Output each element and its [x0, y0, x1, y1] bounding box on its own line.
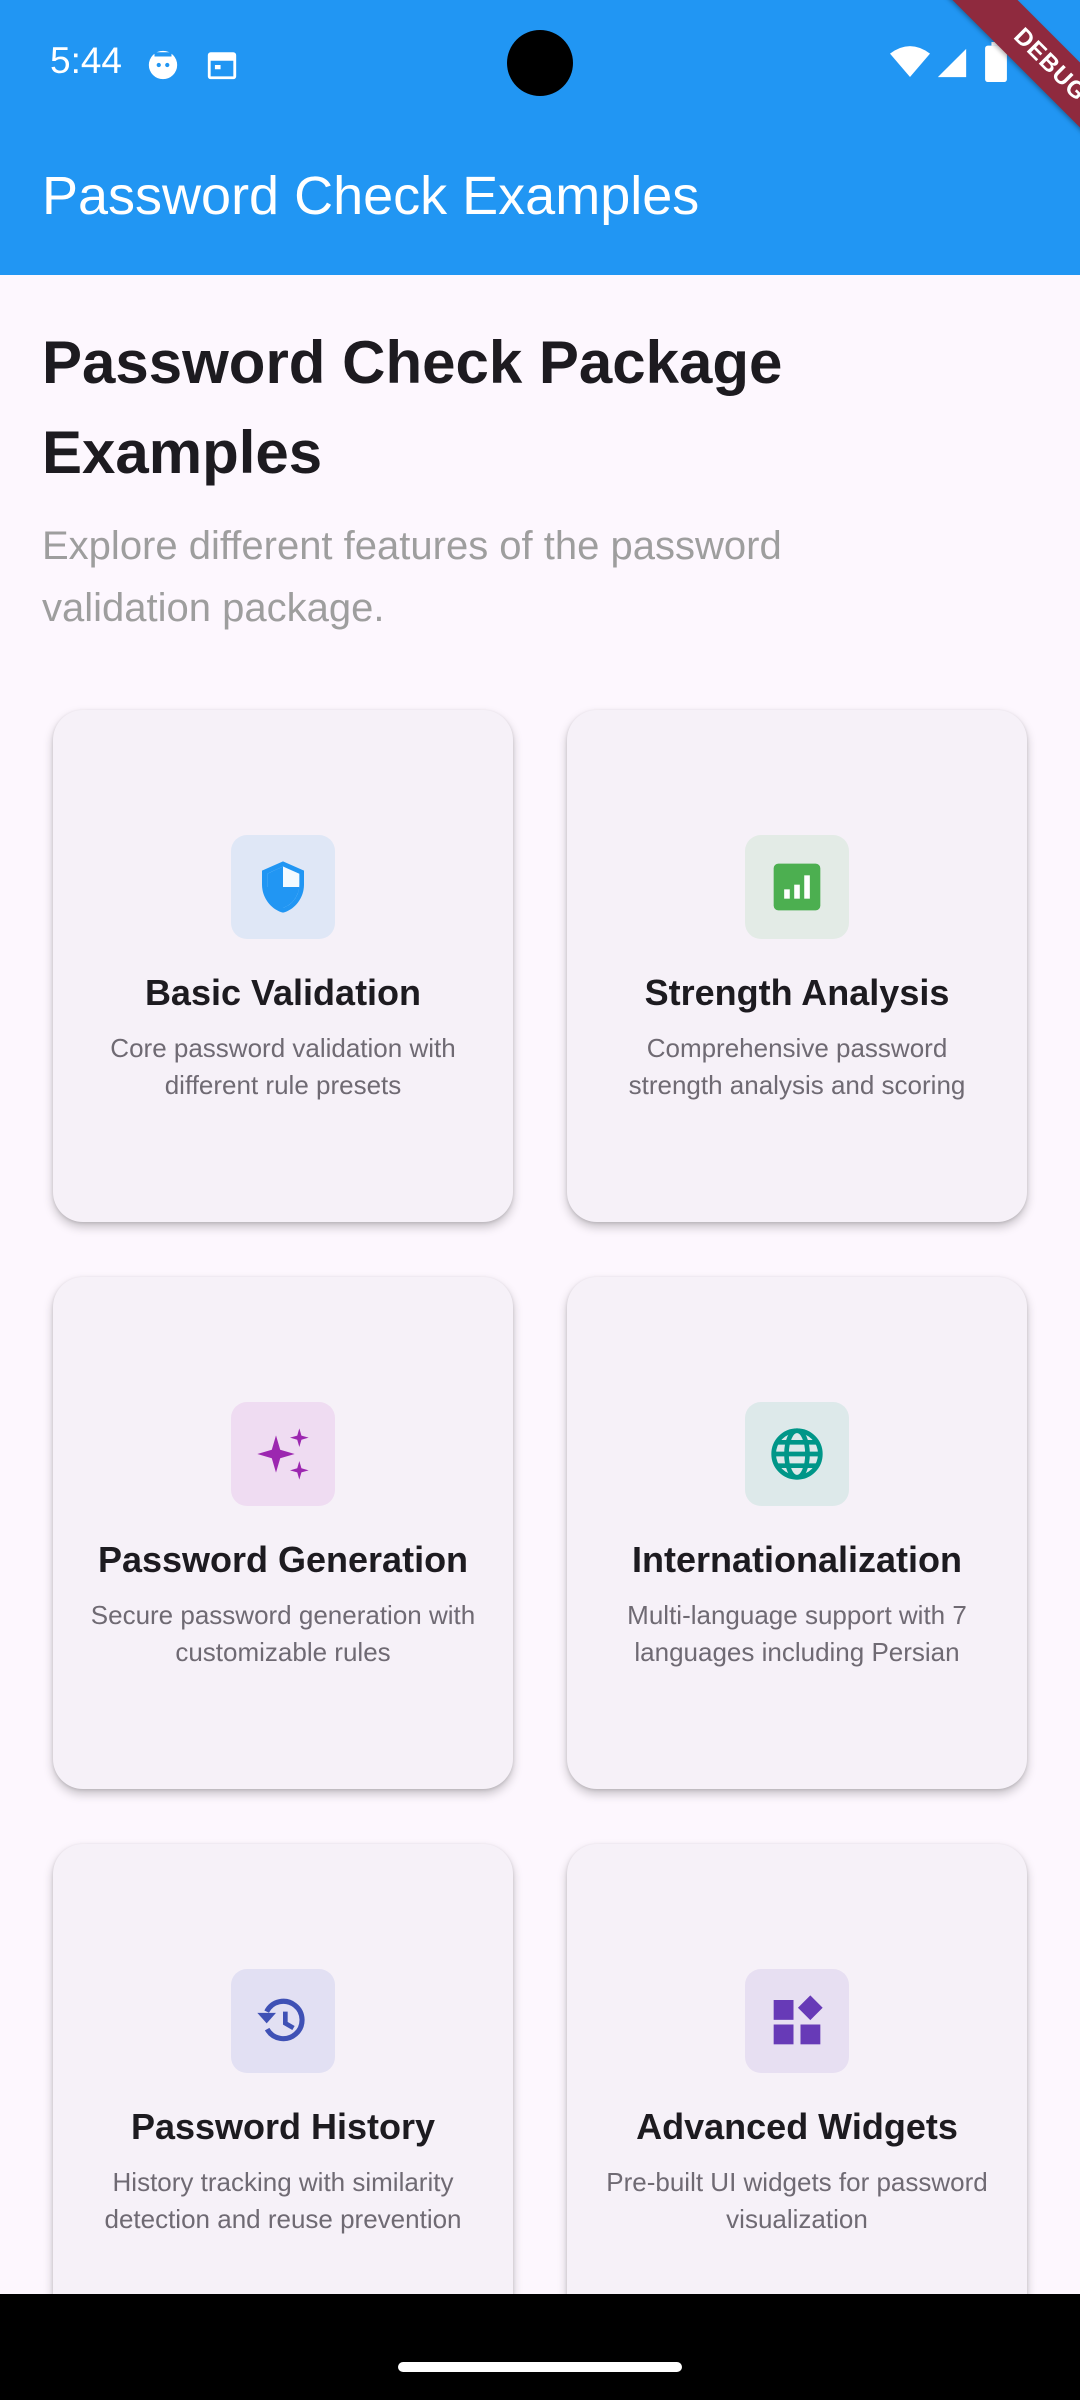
- card-icon-container: [745, 835, 849, 939]
- history-icon: [257, 1998, 305, 2042]
- card-title: Password History: [130, 2106, 436, 2147]
- card-title: Password Generation: [97, 1539, 469, 1580]
- card-internationalization[interactable]: Internationalization Multi-language supp…: [567, 1277, 1027, 1789]
- globe-icon: [771, 1428, 823, 1480]
- card-strength-analysis[interactable]: Strength Analysis Comprehensive password…: [567, 710, 1027, 1222]
- android-debug-icon: [146, 48, 180, 87]
- card-basic-validation[interactable]: Basic Validation Core password validatio…: [53, 710, 513, 1222]
- card-title: Internationalization: [631, 1539, 962, 1580]
- card-description: History tracking with similarity detecti…: [104, 2167, 462, 2234]
- card-password-history[interactable]: Password History History tracking with s…: [53, 1844, 513, 2294]
- status-bar: 5:44: [0, 0, 1080, 130]
- card-title: Strength Analysis: [644, 972, 950, 1013]
- card-icon-container: [231, 835, 335, 939]
- home-indicator[interactable]: [398, 2362, 682, 2372]
- card-icon-container: [231, 1969, 335, 2073]
- page-title: Password Check Package Examples: [42, 329, 783, 486]
- card-password-generation[interactable]: Password Generation Secure password gene…: [53, 1277, 513, 1789]
- examples-grid: Basic Validation Core password validatio…: [0, 680, 1080, 2294]
- shield-icon: [262, 861, 304, 913]
- card-icon-container: [745, 1969, 849, 2073]
- sparkle-icon: [257, 1428, 309, 1480]
- analytics-icon: [773, 863, 821, 911]
- card-title: Advanced Widgets: [636, 2106, 958, 2147]
- app-bar: 5:44 Password Check Examples DEBUG: [0, 0, 1080, 275]
- signal-icon: [935, 46, 969, 85]
- app-bar-title: Password Check Examples: [42, 166, 700, 226]
- wifi-icon: [890, 44, 930, 85]
- status-time: 5:44: [50, 40, 123, 81]
- widgets-icon: [773, 1995, 823, 2045]
- camera-cutout: [507, 30, 573, 96]
- card-advanced-widgets[interactable]: Advanced Widgets Pre-built UI widgets fo…: [567, 1844, 1027, 2294]
- card-description: Pre-built UI widgets for password visual…: [606, 2167, 988, 2234]
- card-description: Comprehensive password strength analysis…: [628, 1033, 966, 1100]
- card-description: Multi-language support with 7 languages …: [627, 1600, 967, 1667]
- calendar-icon: [205, 48, 239, 87]
- card-description: Core password validation with different …: [110, 1033, 456, 1100]
- card-icon-container: [745, 1402, 849, 1506]
- navigation-bar: [0, 2294, 1080, 2400]
- card-icon-container: [231, 1402, 335, 1506]
- card-title: Basic Validation: [144, 972, 422, 1013]
- card-description: Secure password generation with customiz…: [90, 1600, 476, 1667]
- screen: 5:44 Password Check Examples DEBUG Passw…: [0, 0, 1080, 2400]
- page-subtitle: Explore different features of the passwo…: [42, 524, 782, 630]
